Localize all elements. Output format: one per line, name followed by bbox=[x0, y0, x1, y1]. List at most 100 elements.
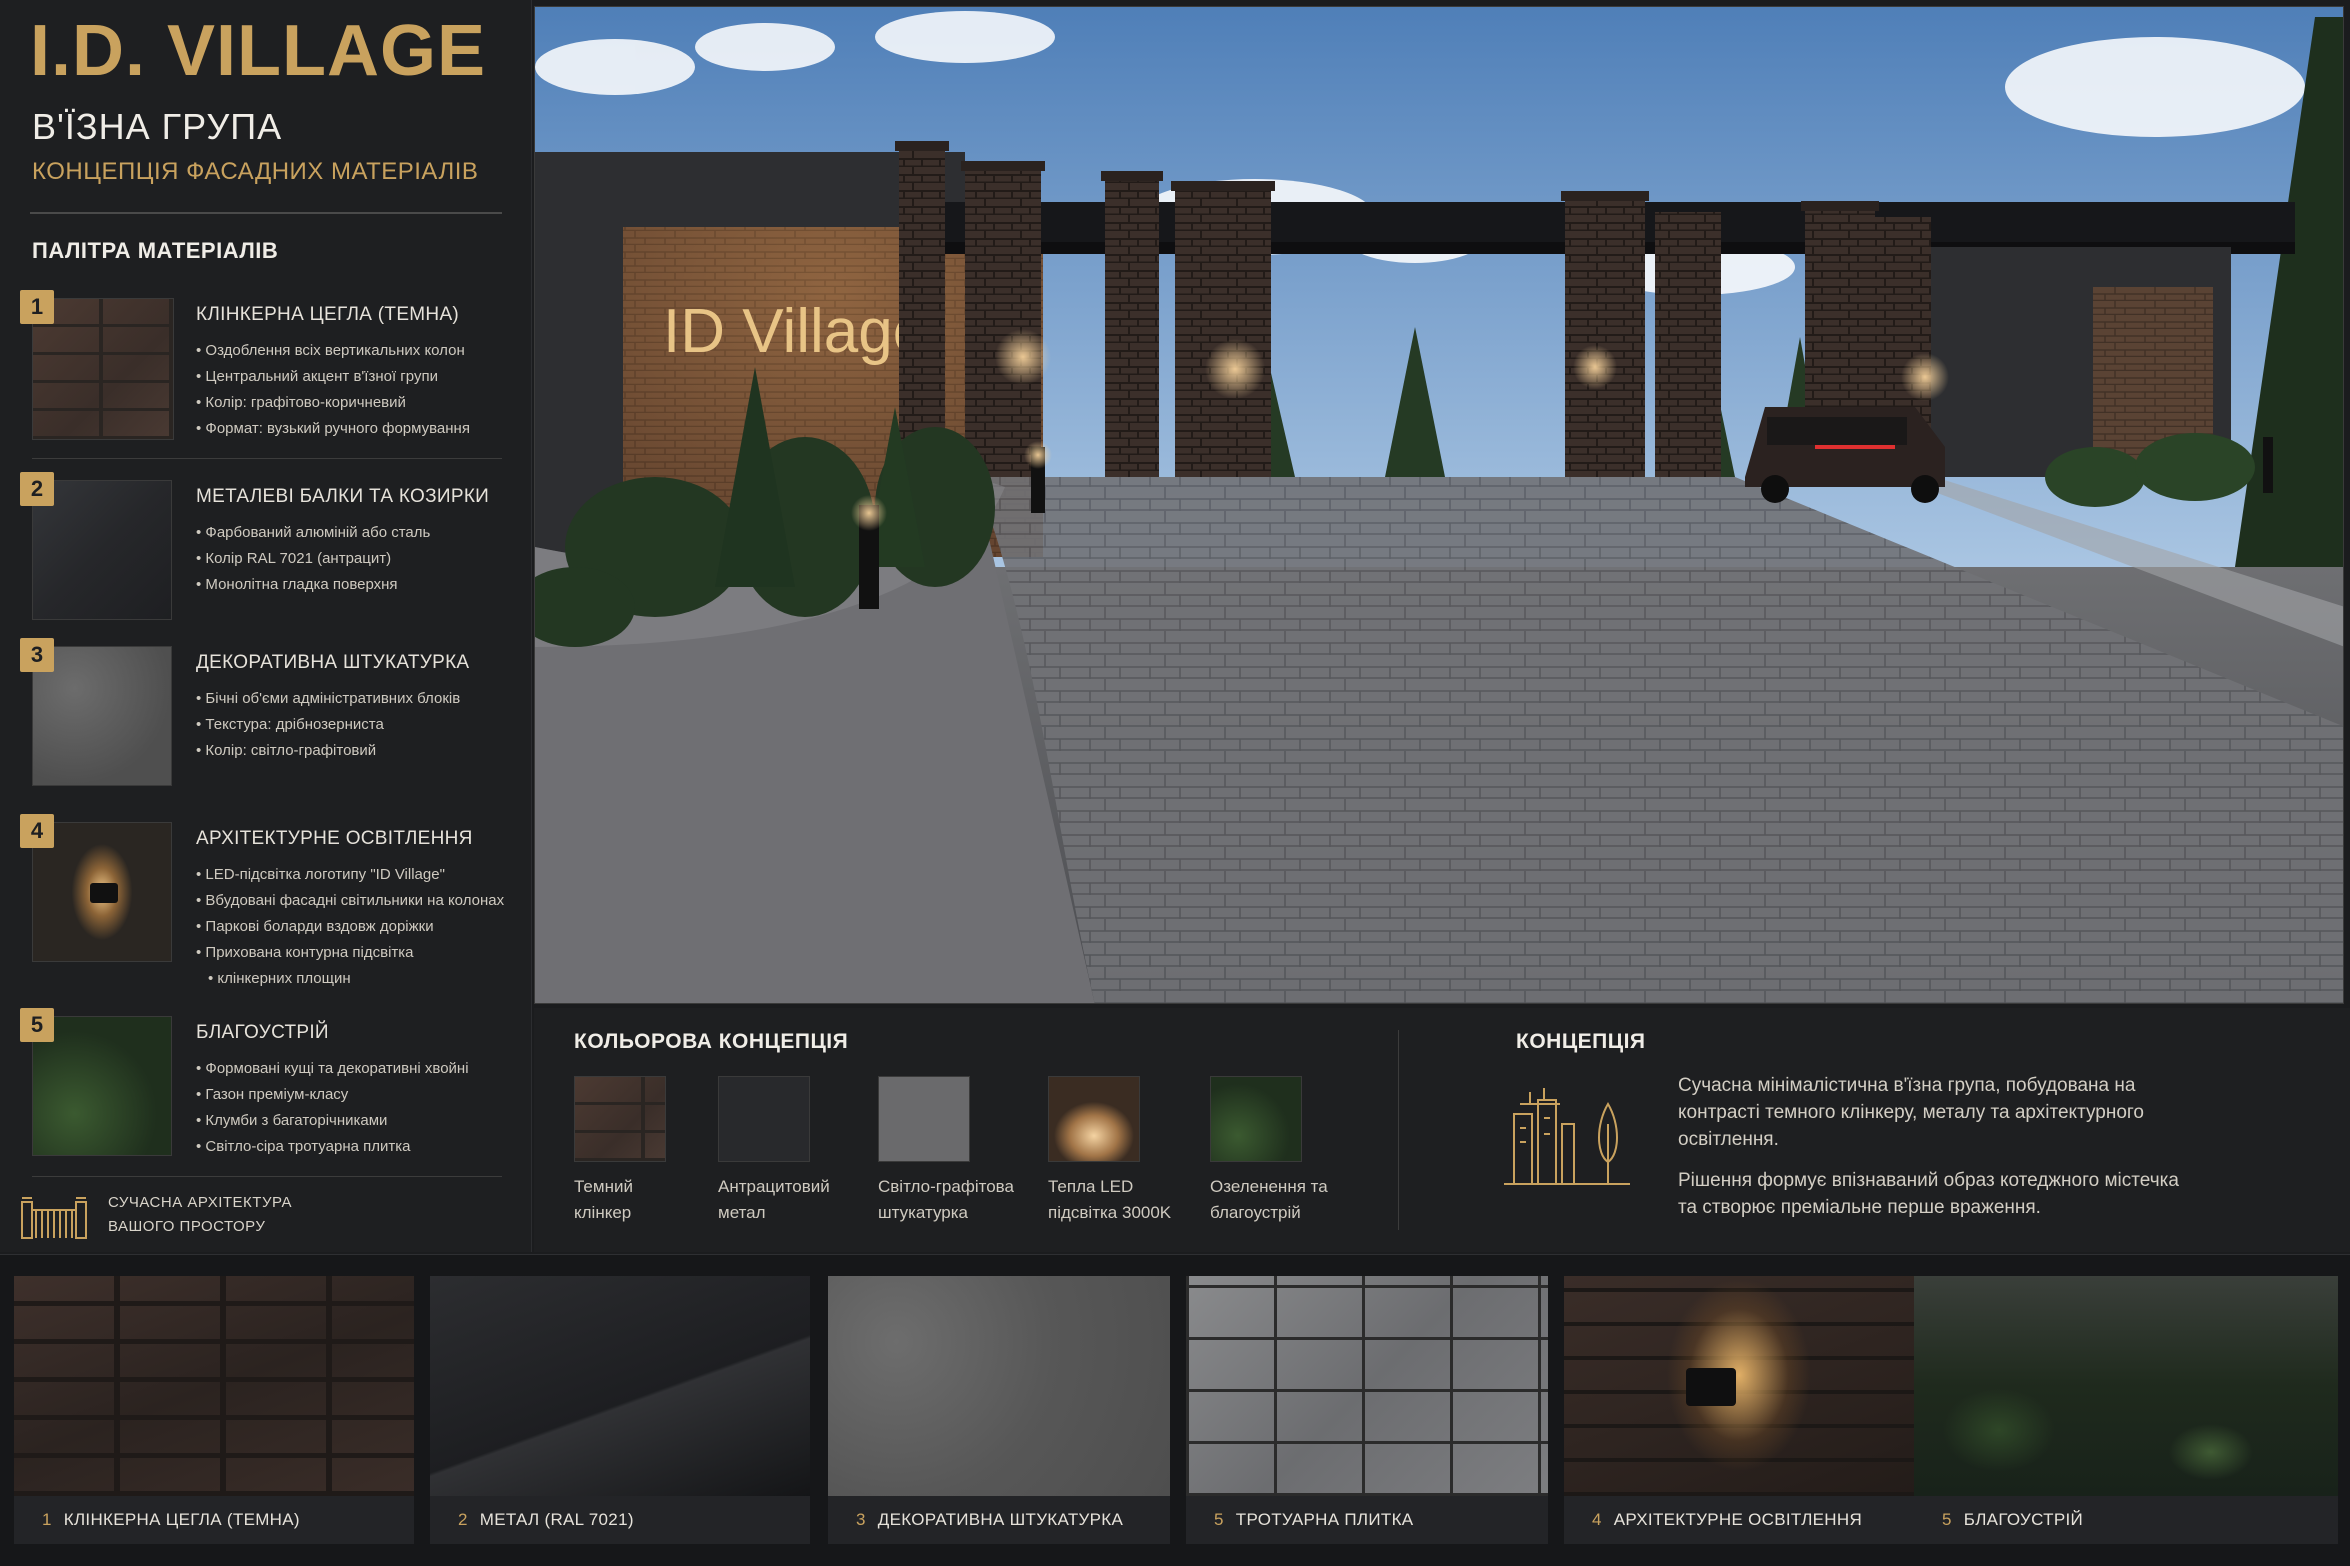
bullet: Центральний акцент в'їзної групи bbox=[196, 364, 470, 390]
material-caption: 5 БЛАГОУСТРІЙ bbox=[1914, 1496, 2338, 1544]
left-panel: I.D. VILLAGE В'ЇЗНА ГРУПА КОНЦЕПЦІЯ ФАСА… bbox=[0, 0, 532, 1252]
material-caption: 4 АРХІТЕКТУРНЕ ОСВІТЛЕННЯ bbox=[1564, 1496, 1914, 1544]
material-title: БЛАГОУСТРІЙ bbox=[196, 1022, 329, 1043]
caption-label: АРХІТЕКТУРНЕ ОСВІТЛЕННЯ bbox=[1613, 1510, 1863, 1529]
material-bullets: Фарбований алюміній або сталь Колір RAL … bbox=[196, 520, 430, 598]
bullet: Світло-сіра тротуарна плитка bbox=[196, 1134, 469, 1160]
divider bbox=[30, 212, 502, 214]
caption-label: ТРОТУАРНА ПЛИТКА bbox=[1235, 1510, 1414, 1529]
swatch-label-line: клінкер bbox=[574, 1203, 632, 1222]
divider bbox=[1398, 1030, 1399, 1230]
bullet: Прихована контурна підсвітка bbox=[196, 940, 504, 966]
color-concept-title: КОЛЬОРОВА КОНЦЕПЦІЯ bbox=[574, 1030, 849, 1053]
bullet: Формовані кущі та декоративні хвойні bbox=[196, 1056, 468, 1082]
material-bullets: Оздоблення всіх вертикальних колон Центр… bbox=[196, 338, 470, 442]
caption-label: ДЕКОРАТИВНА ШТУКАТУРКА bbox=[877, 1510, 1124, 1529]
material-card-plaster: 3 ДЕКОРАТИВНА ШТУКАТУРКА bbox=[828, 1276, 1170, 1544]
material-title: ДЕКОРАТИВНА ШТУКАТУРКА bbox=[196, 652, 470, 673]
swatch-label-line: Антрацитовий bbox=[718, 1177, 830, 1196]
swatch-label-line: метал bbox=[718, 1203, 766, 1222]
paving-texture-image bbox=[1186, 1276, 1548, 1496]
swatch-box bbox=[718, 1076, 810, 1162]
tagline-line-2: ВАШОГО ПРОСТОРУ bbox=[108, 1218, 266, 1235]
material-number: 3 bbox=[20, 638, 54, 672]
material-caption: 5 ТРОТУАРНА ПЛИТКА bbox=[1186, 1496, 1548, 1544]
bullet: Монолітна гладка поверхня bbox=[196, 572, 430, 598]
bullet: Колір: світло-графітовий bbox=[196, 738, 460, 764]
caption-number: 1 bbox=[42, 1510, 52, 1529]
concept-text: Сучасна мінімалістична в'їзна група, поб… bbox=[1678, 1072, 2198, 1221]
divider bbox=[32, 458, 502, 459]
material-card-paving: 5 ТРОТУАРНА ПЛИТКА bbox=[1186, 1276, 1548, 1544]
material-number: 1 bbox=[20, 290, 54, 324]
swatch-led: Тепла LED підсвітка 3000K bbox=[1048, 1076, 1202, 1226]
swatch-box bbox=[1048, 1076, 1140, 1162]
garden-image bbox=[1914, 1276, 2338, 1496]
swatch-label-line: Темний bbox=[574, 1177, 633, 1196]
caption-label: МЕТАЛ (RAL 7021) bbox=[479, 1510, 634, 1529]
material-card-landscaping: 5 БЛАГОУСТРІЙ bbox=[1914, 1276, 2338, 1544]
page-title: В'ЇЗНА ГРУПА bbox=[32, 106, 283, 147]
material-card-clinker: 1 КЛІНКЕРНА ЦЕГЛА (ТЕМНА) bbox=[14, 1276, 414, 1544]
material-caption: 1 КЛІНКЕРНА ЦЕГЛА (ТЕМНА) bbox=[14, 1496, 414, 1544]
concept-title: КОНЦЕПЦІЯ bbox=[1516, 1030, 1646, 1053]
swatch-label: Антрацитовий метал bbox=[718, 1174, 872, 1226]
swatch-label-line: штукатурка bbox=[878, 1203, 969, 1222]
bullet: Текстура: дрібнозерниста bbox=[196, 712, 460, 738]
caption-number: 4 bbox=[1592, 1510, 1602, 1529]
swatch-box bbox=[574, 1076, 666, 1162]
bullet: LED-підсвітка логотипу "ID Village" bbox=[196, 862, 504, 888]
architecture-icon bbox=[1504, 1088, 1630, 1185]
wall-lamp-icon bbox=[90, 883, 118, 903]
palette-title: ПАЛІТРА МАТЕРІАЛІВ bbox=[32, 238, 279, 263]
material-title: МЕТАЛЕВІ БАЛКИ ТА КОЗИРКИ bbox=[196, 486, 490, 507]
caption-number: 5 bbox=[1942, 1510, 1952, 1529]
material-title: АРХІТЕКТУРНЕ ОСВІТЛЕННЯ bbox=[196, 828, 473, 849]
swatch-metal: Антрацитовий метал bbox=[718, 1076, 872, 1226]
page-subtitle: КОНЦЕПЦІЯ ФАСАДНИХ МАТЕРІАЛІВ bbox=[32, 158, 479, 185]
bullet: Вбудовані фасадні світильники на колонах bbox=[196, 888, 504, 914]
bullet: Фарбований алюміній або сталь bbox=[196, 520, 430, 546]
swatch-label: Тепла LED підсвітка 3000K bbox=[1048, 1174, 1202, 1226]
swatch-label: Темний клінкер bbox=[574, 1174, 728, 1226]
divider bbox=[32, 1176, 502, 1177]
entrance-render-image: ID Village bbox=[535, 7, 2343, 1003]
swatch-clinker: Темний клінкер bbox=[574, 1076, 728, 1226]
swatch-label-line: благоустрій bbox=[1210, 1203, 1301, 1222]
swatch-label-line: Тепла LED bbox=[1048, 1177, 1134, 1196]
material-bullets: LED-підсвітка логотипу "ID Village" Вбуд… bbox=[196, 862, 504, 992]
material-bullets: Формовані кущі та декоративні хвойні Газ… bbox=[196, 1056, 469, 1160]
hero-render: ID Village bbox=[534, 6, 2344, 1004]
brand-title: I.D. VILLAGE bbox=[30, 11, 487, 91]
material-number: 4 bbox=[20, 814, 54, 848]
metal-texture-image bbox=[430, 1276, 810, 1496]
swatch-label: Озеленення та благоустрій bbox=[1210, 1174, 1364, 1226]
material-card-metal: 2 МЕТАЛ (RAL 7021) bbox=[430, 1276, 810, 1544]
bullet: Бічні об'єми адміністративних блоків bbox=[196, 686, 460, 712]
brick-texture-image bbox=[14, 1276, 414, 1496]
bullet: Формат: вузький ручного формування bbox=[196, 416, 470, 442]
bullet: Оздоблення всіх вертикальних колон bbox=[196, 338, 470, 364]
concept-paragraph: Сучасна мінімалістична в'їзна група, поб… bbox=[1678, 1075, 2144, 1150]
tagline: СУЧАСНА АРХІТЕКТУРА ВАШОГО ПРОСТОРУ bbox=[20, 1190, 500, 1240]
wall-lamp-icon bbox=[1686, 1368, 1736, 1406]
concept-band: КОЛЬОРОВА КОНЦЕПЦІЯ Темний клінкер Антра… bbox=[534, 1008, 2350, 1252]
tagline-line-1: СУЧАСНА АРХІТЕКТУРА bbox=[108, 1194, 292, 1211]
swatch-label: Світло-графітова штукатурка bbox=[878, 1174, 1032, 1226]
material-number: 2 bbox=[20, 472, 54, 506]
material-number: 5 bbox=[20, 1008, 54, 1042]
caption-number: 5 bbox=[1214, 1510, 1224, 1529]
bullet: Газон преміум-класу bbox=[196, 1082, 469, 1108]
plaster-texture-image bbox=[828, 1276, 1170, 1496]
bullet: Колір RAL 7021 (антрацит) bbox=[196, 546, 430, 572]
concept-paragraph: Рішення формує впізнаваний образ котеджн… bbox=[1678, 1170, 2179, 1218]
material-title: КЛІНКЕРНА ЦЕГЛА (ТЕМНА) bbox=[196, 304, 460, 325]
swatch-box bbox=[1210, 1076, 1302, 1162]
bullet-continuation: клінкерних площин bbox=[196, 966, 504, 992]
caption-label: КЛІНКЕРНА ЦЕГЛА (ТЕМНА) bbox=[63, 1510, 300, 1529]
swatch-label-line: Озеленення та bbox=[1210, 1177, 1328, 1196]
sign-text: ID Village bbox=[663, 297, 927, 366]
caption-number: 3 bbox=[856, 1510, 866, 1529]
caption-label: БЛАГОУСТРІЙ bbox=[1963, 1510, 2083, 1529]
material-card-lighting: 4 АРХІТЕКТУРНЕ ОСВІТЛЕННЯ bbox=[1564, 1276, 1914, 1544]
